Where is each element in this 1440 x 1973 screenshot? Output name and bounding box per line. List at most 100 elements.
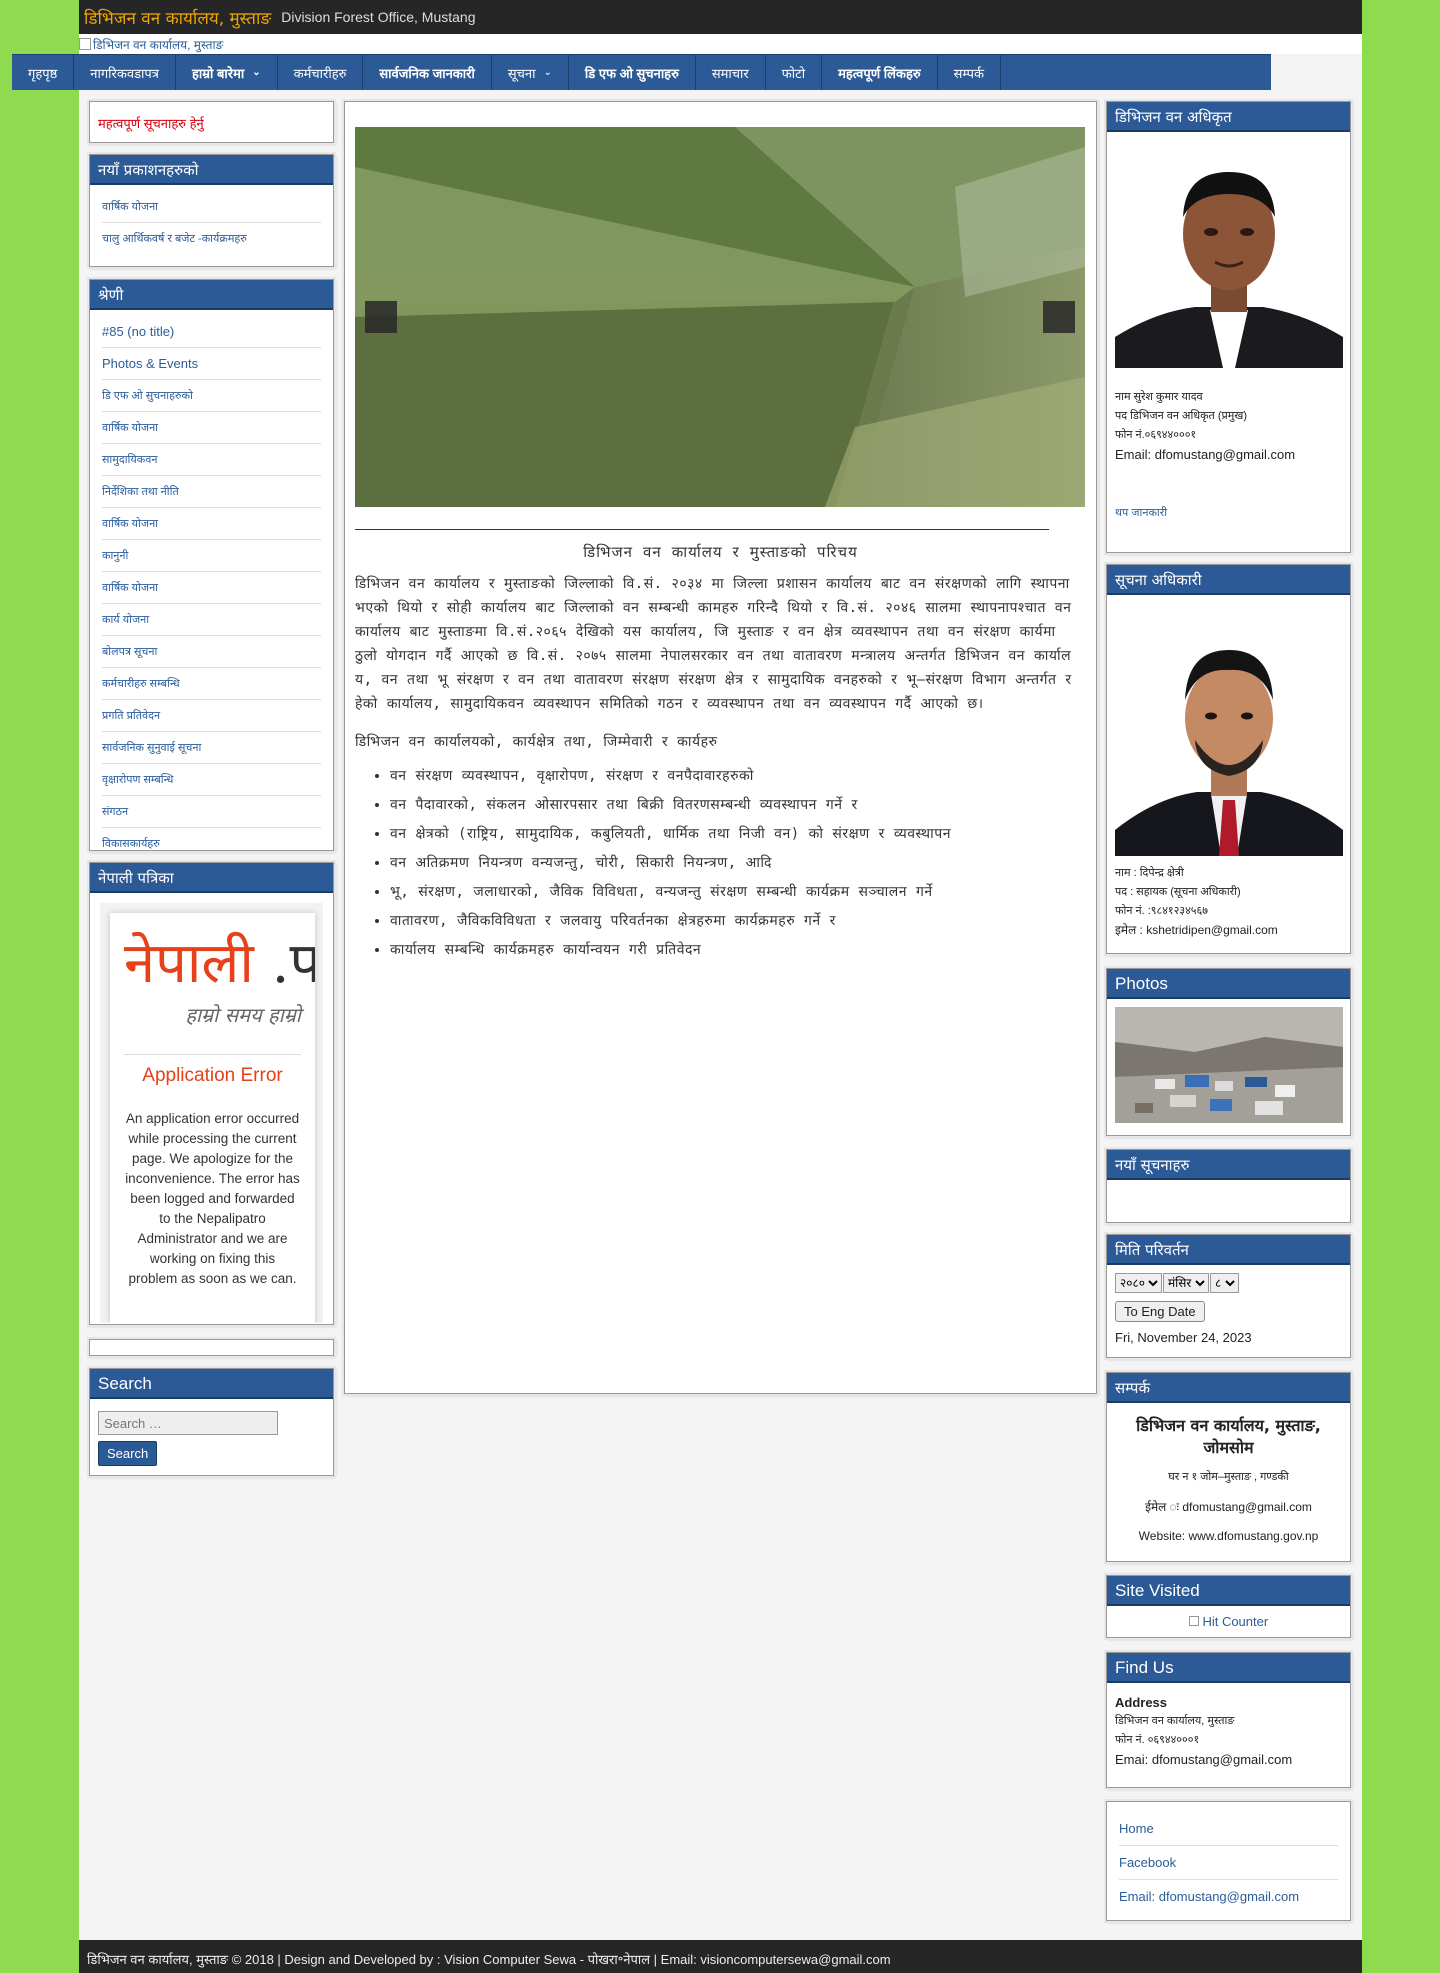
links-widget: Home Facebook Email: dfomustang@gmail.com bbox=[1106, 1801, 1351, 1921]
list-item[interactable]: निर्देशिका तथा नीति bbox=[102, 476, 321, 508]
slider-photo bbox=[355, 127, 1085, 507]
nav-item-label: नागरिकवडापत्र bbox=[90, 65, 159, 81]
nav-item-label: कर्मचारीहरु bbox=[293, 65, 347, 81]
more-info-link[interactable]: थप जानकारी bbox=[1115, 504, 1342, 523]
contact-email: ईमेल ः dfomustang@gmail.com bbox=[1145, 1500, 1312, 1514]
find-us-widget: Find Us Address डिभिजन वन कार्यालय, मुस्… bbox=[1106, 1652, 1351, 1788]
article-title: डिभिजन वन कार्यालय र मुस्ताङको परिचय bbox=[583, 543, 858, 561]
nav-item[interactable]: फोटो bbox=[766, 55, 823, 90]
nav-item[interactable]: महत्वपूर्ण लिंकहरु bbox=[822, 55, 938, 90]
publications-list: वार्षिक योजना चालु आर्थिकवर्ष र बजेट -कार… bbox=[90, 185, 333, 260]
nav-item[interactable]: कर्मचारीहरु bbox=[278, 55, 364, 90]
banner-alt-text: डिभिजन वन कार्यालय, मुस्ताङ bbox=[93, 37, 224, 52]
find-us-line: डिभिजन वन कार्यालय, मुस्ताङ bbox=[1115, 1715, 1235, 1727]
find-us-line: Emai: dfomustang@gmail.com bbox=[1115, 1752, 1293, 1767]
nav-item[interactable]: सम्पर्क bbox=[938, 55, 1001, 90]
widget-title: Photos bbox=[1107, 969, 1350, 999]
list-item[interactable]: चालु आर्थिकवर्ष र बजेट -कार्यक्रमहरु bbox=[102, 223, 321, 254]
officer-phone: फोन नं.०६९४४०००१ bbox=[1115, 429, 1197, 441]
officer-name: नाम सुरेश कुमार यादव bbox=[1115, 391, 1203, 403]
widget-title: डिभिजन वन अधिकृत bbox=[1107, 102, 1350, 132]
list-item[interactable]: बोलपत्र सूचना bbox=[102, 636, 321, 668]
officer-details: नाम सुरेश कुमार यादव पद डिभिजन वन अधिकृत… bbox=[1107, 368, 1350, 529]
to-eng-date-button[interactable]: To Eng Date bbox=[1115, 1301, 1205, 1322]
search-input[interactable] bbox=[98, 1411, 278, 1435]
list-item[interactable]: प्रगति प्रतिवेदन bbox=[102, 700, 321, 732]
village-photo-graphic bbox=[1115, 1007, 1343, 1123]
image-slider[interactable] bbox=[355, 127, 1085, 507]
nepali-patro-widget: नेपाली पत्रिका नेपाली .प हाम्रो समय हाम्… bbox=[89, 862, 334, 1325]
site-title[interactable]: डिभिजन वन कार्यालय, मुस्ताङ bbox=[84, 6, 271, 29]
footer-link[interactable]: Email: dfomustang@gmail.com bbox=[1119, 1880, 1338, 1913]
divider bbox=[355, 529, 1049, 530]
search-widget: Search Search bbox=[89, 1368, 334, 1476]
embedded-frame[interactable]: नेपाली .प हाम्रो समय हाम्रो Application … bbox=[100, 903, 323, 1323]
list-item[interactable]: Photos & Events bbox=[102, 348, 321, 380]
officer-post: पद डिभिजन वन अधिकृत (प्रमुख) bbox=[1115, 410, 1248, 422]
list-item[interactable]: कर्मचारीहरु सम्बन्धि bbox=[102, 668, 321, 700]
list-item[interactable]: सार्वजनिक सुनुवाई सूचना bbox=[102, 732, 321, 764]
notice-box: महत्वपूर्ण सूचनाहरु हेर्नु bbox=[89, 101, 334, 143]
contact-widget: सम्पर्क डिभिजन वन कार्यालय, मुस्ताङ, जोम… bbox=[1106, 1372, 1351, 1562]
site-visited-widget: Site Visited Hit Counter bbox=[1106, 1575, 1351, 1638]
info-officer-widget: सूचना अधिकारी नाम : दिपेन्द्र क्षेत्री प… bbox=[1106, 564, 1351, 954]
hit-counter: Hit Counter bbox=[1107, 1606, 1350, 1629]
person-photo-graphic bbox=[1115, 142, 1343, 368]
links-list: Home Facebook Email: dfomustang@gmail.com bbox=[1107, 1802, 1350, 1923]
nav-item[interactable]: सार्वजनिक जानकारी bbox=[363, 55, 492, 90]
notice-link[interactable]: महत्वपूर्ण सूचनाहरु हेर्नु bbox=[90, 102, 333, 144]
person-photo-graphic bbox=[1115, 630, 1343, 856]
list-item[interactable]: वार्षिक योजना bbox=[102, 191, 321, 223]
main-navigation: गृहपृष्ठ नागरिकवडापत्र हाम्रो बारेमा ⌄ कर्मच… bbox=[12, 54, 1271, 90]
list-item[interactable]: सामुदायिकवन bbox=[102, 444, 321, 476]
list-item[interactable]: वार्षिक योजना bbox=[102, 412, 321, 444]
photos-widget: Photos bbox=[1106, 968, 1351, 1136]
widget-title: Search bbox=[90, 1369, 333, 1399]
footer-link[interactable]: Home bbox=[1119, 1812, 1338, 1846]
search-button[interactable]: Search bbox=[98, 1441, 158, 1466]
responsibilities-list: वन संरक्षण व्यवस्थापन, वृक्षारोपण, संरक्… bbox=[345, 764, 1096, 962]
contact-address: घर न १ जोम–मुस्ताङ , गण्डकी bbox=[1168, 1471, 1289, 1483]
list-item[interactable]: #85 (no title) bbox=[102, 316, 321, 348]
nav-item-label: डि एफ ओ सुचनाहरु bbox=[584, 65, 679, 81]
list-item[interactable]: वृक्षारोपण सम्बन्धि bbox=[102, 764, 321, 796]
list-item[interactable]: विकासकार्यहरु bbox=[102, 828, 321, 859]
list-item[interactable]: वार्षिक योजना bbox=[102, 572, 321, 604]
info-officer-phone: फोन नं. :९८४१२३४५६७ bbox=[1115, 905, 1208, 917]
nepali-patro-logo: नेपाली .प bbox=[124, 923, 315, 999]
slider-next-arrow[interactable] bbox=[1043, 301, 1075, 333]
officer-widget: डिभिजन वन अधिकृत नाम सुरेश कुमार यादव पद… bbox=[1106, 101, 1351, 553]
nav-item[interactable]: समाचार bbox=[696, 55, 766, 90]
slider-prev-arrow[interactable] bbox=[365, 301, 397, 333]
chevron-down-icon: ⌄ bbox=[543, 67, 552, 78]
logo-main-text: नेपाली bbox=[124, 931, 254, 996]
nav-item-label: फोटो bbox=[781, 65, 806, 81]
nav-item[interactable]: डि एफ ओ सुचनाहरु bbox=[569, 55, 696, 90]
nav-item[interactable]: नागरिकवडापत्र bbox=[74, 55, 176, 90]
new-publications-widget: नयाँ प्रकाशनहरुको वार्षिक योजना चालु आर्थ… bbox=[89, 154, 334, 267]
day-select[interactable]: ८ bbox=[1210, 1273, 1239, 1293]
header-banner[interactable]: डिभिजन वन कार्यालय, मुस्ताङ bbox=[79, 34, 1362, 54]
list-item[interactable]: संगठन bbox=[102, 796, 321, 828]
footer-link[interactable]: Facebook bbox=[1119, 1846, 1338, 1880]
widget-title: सूचना अधिकारी bbox=[1107, 565, 1350, 595]
list-item: वन क्षेत्रको (राष्ट्रिय, सामुदायिक, कबुल… bbox=[390, 822, 1086, 846]
nav-item[interactable]: हाम्रो बारेमा ⌄ bbox=[176, 55, 278, 90]
year-select[interactable]: २०८० bbox=[1115, 1273, 1162, 1293]
list-item[interactable]: कानुनी bbox=[102, 540, 321, 572]
error-body: An application error occurred while proc… bbox=[125, 1111, 300, 1286]
list-item[interactable]: कार्य योजना bbox=[102, 604, 321, 636]
nav-item[interactable]: सूचना ⌄ bbox=[492, 55, 569, 90]
month-select[interactable]: मंसिर bbox=[1163, 1273, 1209, 1293]
list-item[interactable]: वार्षिक योजना bbox=[102, 508, 321, 540]
photo-thumbnail[interactable] bbox=[1115, 1007, 1343, 1126]
info-officer-photo bbox=[1115, 630, 1343, 856]
chevron-down-icon: ⌄ bbox=[252, 67, 261, 78]
contact-org: डिभिजन वन कार्यालय, मुस्ताङ, जोमसोम bbox=[1136, 1416, 1321, 1457]
hit-counter-alt: Hit Counter bbox=[1202, 1614, 1269, 1629]
categories-list: #85 (no title) Photos & Events डि एफ ओ सुच… bbox=[90, 310, 333, 865]
nav-item[interactable]: गृहपृष्ठ bbox=[12, 55, 75, 90]
nav-item-label: सम्पर्क bbox=[953, 65, 984, 81]
widget-title: नयाँ प्रकाशनहरुको bbox=[90, 155, 333, 185]
list-item[interactable]: डि एफ ओ सुचनाहरुको bbox=[102, 380, 321, 412]
